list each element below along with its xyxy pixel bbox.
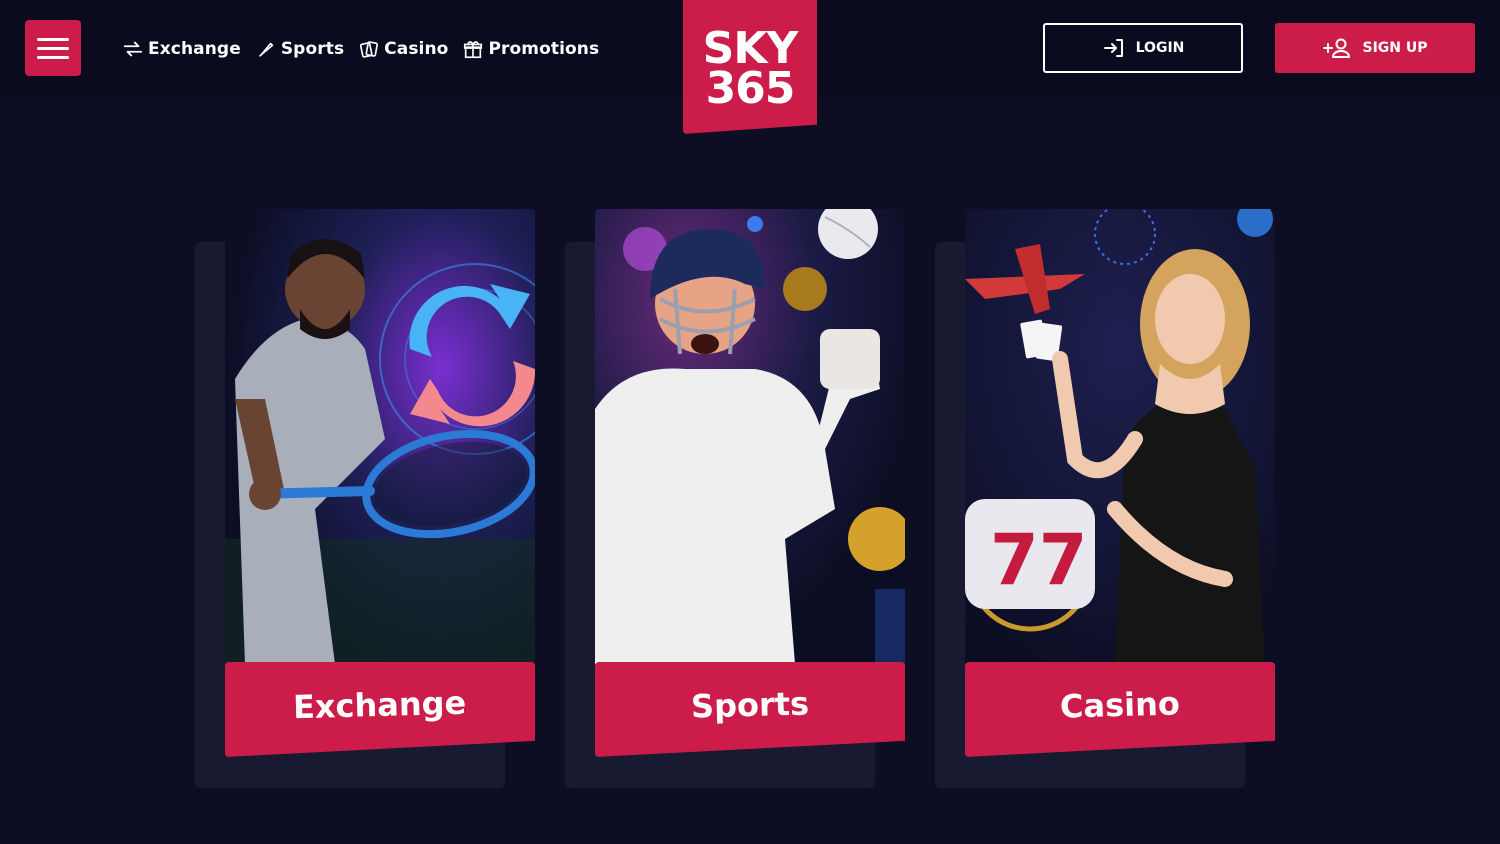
card-title-casino: Casino — [1059, 683, 1181, 726]
card-banner-sports[interactable]: Sports — [595, 662, 905, 757]
top-navigation-bar: Exchange Sports Casino Promotions SKY 36… — [0, 0, 1500, 134]
nav-item-casino[interactable]: Casino — [358, 38, 448, 60]
nav-item-exchange[interactable]: Exchange — [122, 38, 241, 60]
nav-label-promotions: Promotions — [488, 39, 600, 59]
nav-item-sports[interactable]: Sports — [255, 38, 344, 60]
menu-line — [37, 46, 69, 50]
signup-label: SIGN UP — [1362, 40, 1428, 56]
login-label: LOGIN — [1135, 40, 1185, 56]
signup-button[interactable]: SIGN UP — [1275, 23, 1475, 73]
logo-text-line2: 365 — [705, 63, 796, 114]
cricket-player-illustration — [595, 209, 905, 664]
card-image-casino: 77 — [965, 209, 1275, 664]
card-sports[interactable]: Sports — [565, 209, 905, 789]
nav-label-exchange: Exchange — [148, 39, 241, 59]
card-banner-exchange[interactable]: Exchange — [225, 662, 535, 757]
nav-item-promotions[interactable]: Promotions — [462, 38, 599, 60]
card-title-exchange: Exchange — [292, 683, 468, 726]
nav-label-casino: Casino — [384, 39, 449, 59]
sky365-logo[interactable]: SKY 365 — [683, 0, 817, 134]
hamburger-menu-button[interactable] — [25, 20, 81, 76]
card-title-sports: Sports — [690, 683, 810, 726]
cards-icon — [360, 41, 379, 58]
login-icon — [1103, 39, 1123, 57]
nav-label-sports: Sports — [280, 39, 345, 59]
login-button[interactable]: LOGIN — [1043, 23, 1243, 73]
card-image-sports — [595, 209, 905, 664]
menu-line — [37, 55, 69, 59]
main-nav: Exchange Sports Casino Promotions — [122, 34, 599, 64]
add-user-icon — [1323, 38, 1351, 58]
card-exchange[interactable]: Exchange — [195, 209, 535, 789]
card-image-exchange — [225, 209, 535, 664]
menu-line — [37, 37, 69, 41]
card-banner-casino[interactable]: Casino — [965, 662, 1275, 757]
card-casino[interactable]: 77 Casino — [935, 209, 1275, 789]
svg-text:77: 77 — [990, 519, 1087, 601]
tennis-player-illustration — [225, 209, 535, 664]
bat-icon — [258, 42, 274, 57]
exchange-arrows-icon — [123, 41, 143, 57]
casino-dealer-illustration: 77 — [965, 209, 1275, 664]
gift-icon — [464, 41, 483, 59]
